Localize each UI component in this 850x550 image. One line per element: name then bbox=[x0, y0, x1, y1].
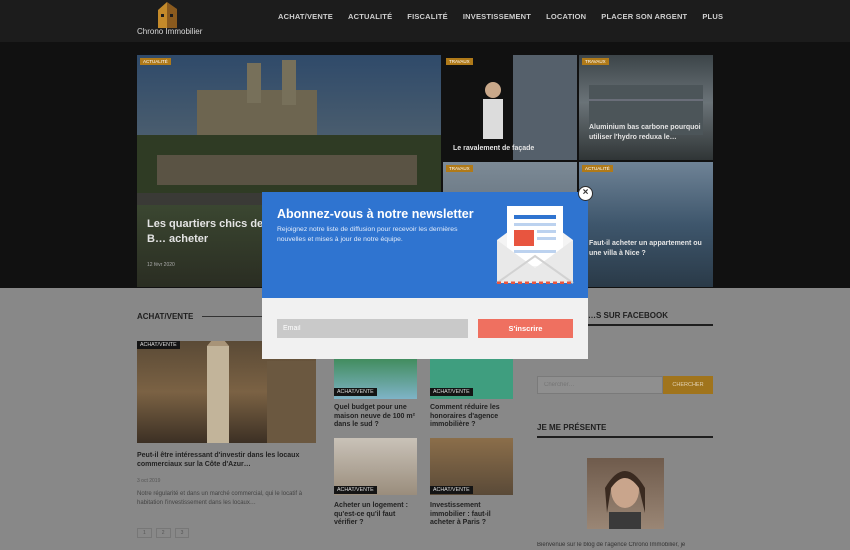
close-icon[interactable]: × bbox=[578, 186, 593, 201]
newsletter-popup: Abonnez-vous à notre newsletter Rejoigne… bbox=[262, 186, 593, 359]
popup-header: Abonnez-vous à notre newsletter Rejoigne… bbox=[262, 192, 588, 298]
subscribe-button[interactable]: S'inscrire bbox=[478, 319, 573, 338]
email-field[interactable] bbox=[277, 319, 468, 338]
popup-title: Abonnez-vous à notre newsletter bbox=[277, 207, 474, 221]
popup-description: Rejoignez notre liste de diffusion pour … bbox=[277, 226, 458, 243]
envelope-icon bbox=[496, 206, 574, 284]
